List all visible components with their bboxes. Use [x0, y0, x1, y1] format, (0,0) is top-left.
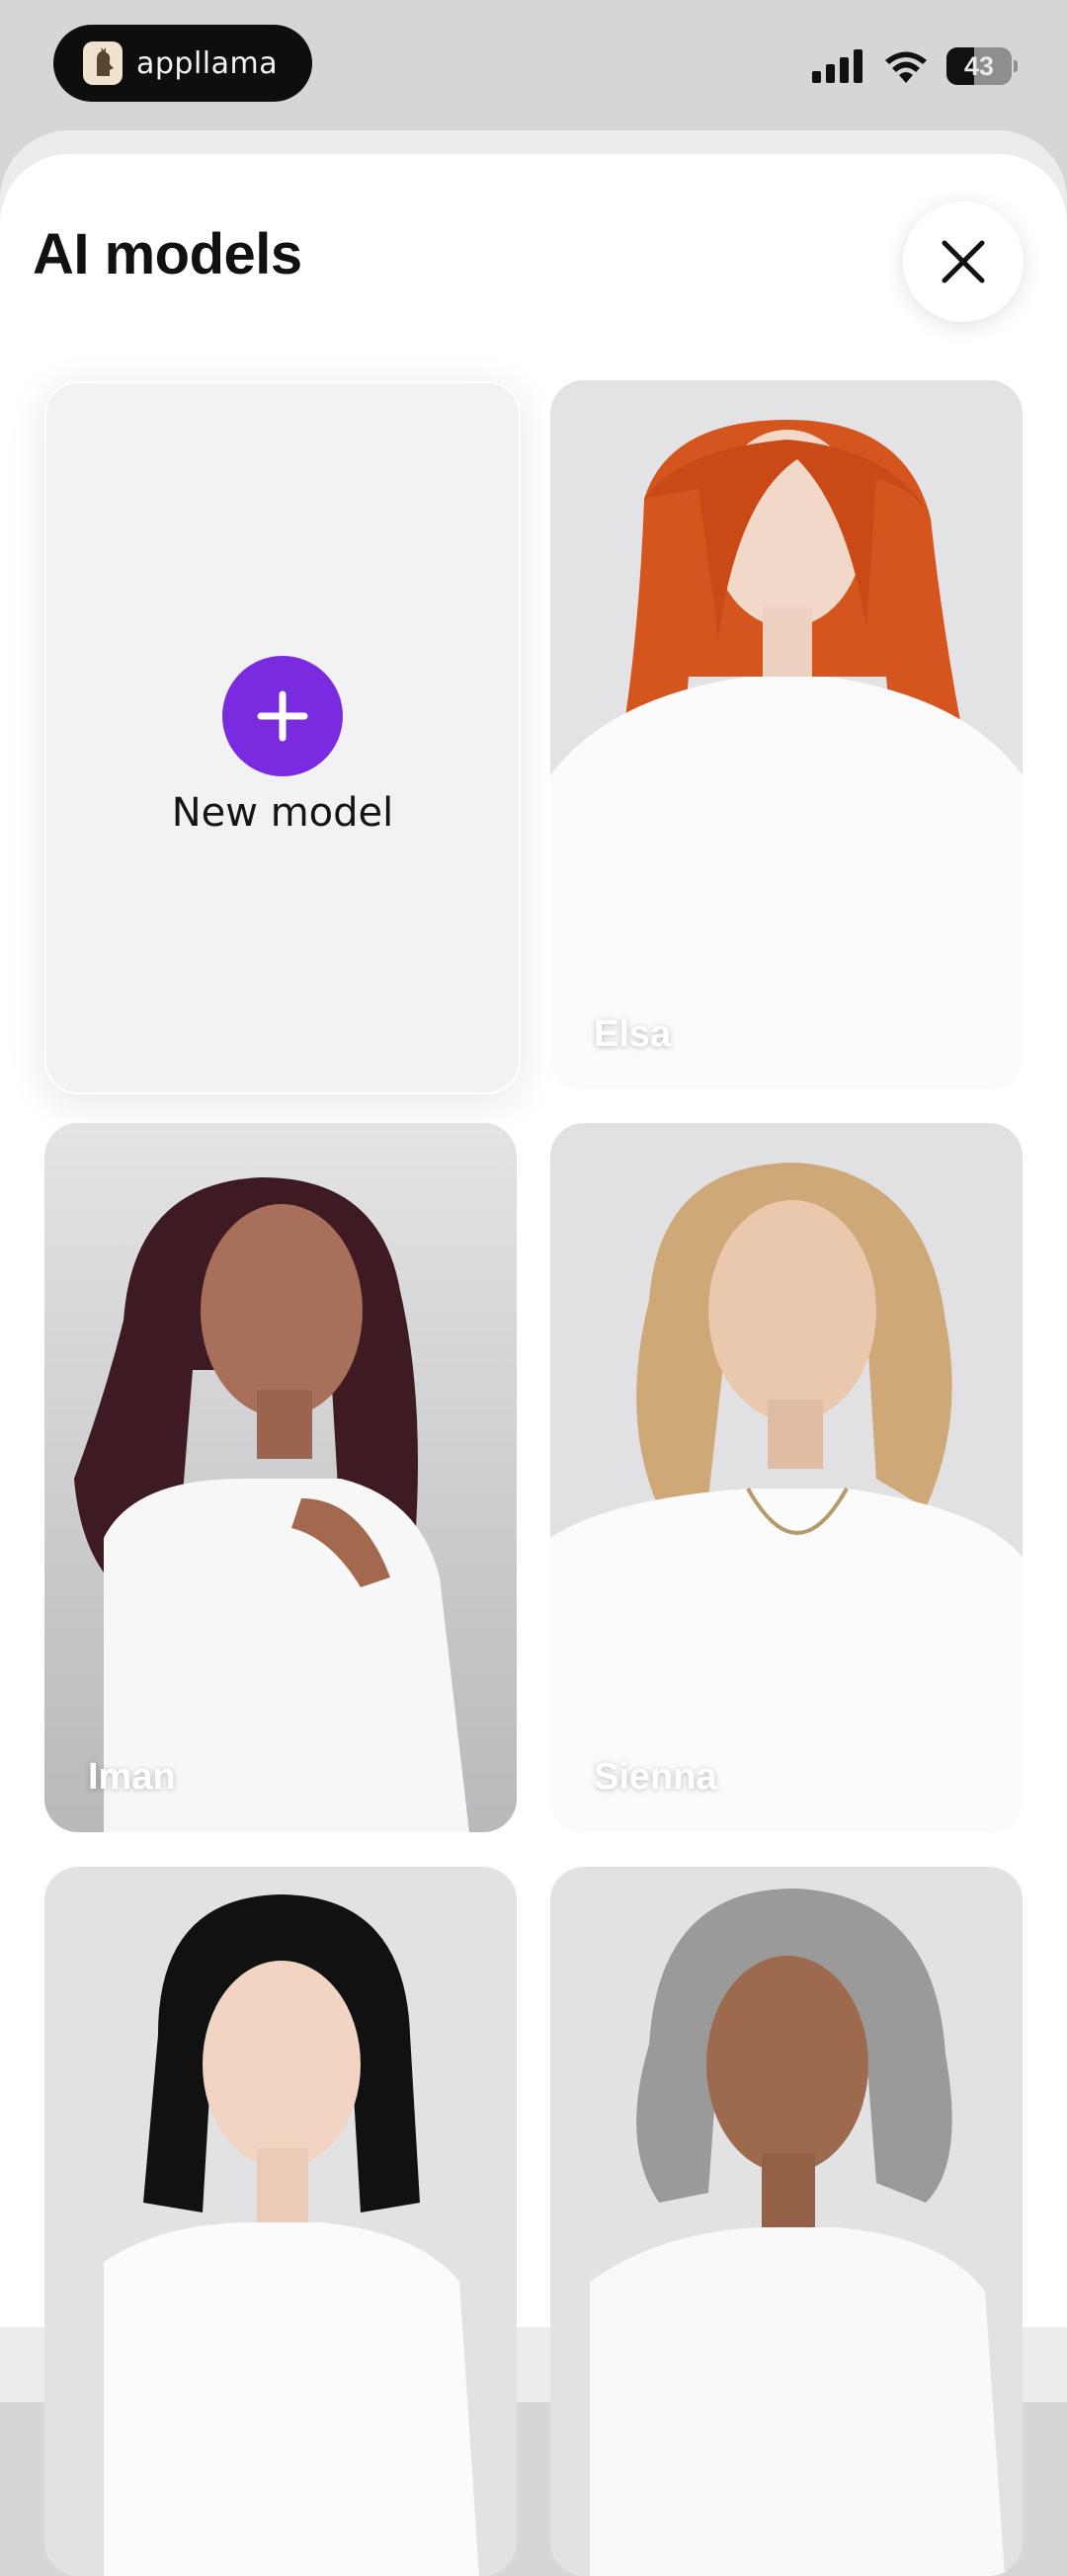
model-name: Sienna	[594, 1756, 717, 1798]
model-portrait	[550, 380, 1023, 1089]
close-icon	[942, 240, 985, 283]
status-bar: appllama 43	[0, 0, 1067, 128]
battery-percent: 43	[963, 50, 995, 81]
wifi-icon	[885, 51, 927, 83]
new-model-label: New model	[171, 790, 394, 836]
model-name: Iman	[88, 1756, 176, 1798]
brand-pill[interactable]: appllama	[53, 25, 312, 102]
model-portrait	[550, 1867, 1023, 2576]
model-card-iman[interactable]: Iman	[44, 1123, 517, 1832]
model-portrait	[550, 1123, 1023, 1832]
model-portrait	[44, 1867, 517, 2576]
plus-icon	[222, 656, 343, 776]
model-portrait	[44, 1123, 517, 1832]
model-card[interactable]	[550, 1867, 1023, 2576]
battery-icon: 43	[946, 47, 1012, 85]
model-name: Elsa	[594, 1013, 672, 1055]
model-card-sienna[interactable]: Sienna	[550, 1123, 1023, 1832]
new-model-card[interactable]: New model	[44, 381, 521, 1094]
cellular-signal-icon	[812, 49, 862, 83]
llama-logo-icon	[83, 41, 123, 85]
close-button[interactable]	[903, 201, 1024, 322]
brand-name: appllama	[136, 45, 279, 81]
model-card-elsa[interactable]: Elsa	[550, 380, 1023, 1089]
model-card[interactable]	[44, 1867, 517, 2576]
page-title: AI models	[33, 222, 302, 286]
